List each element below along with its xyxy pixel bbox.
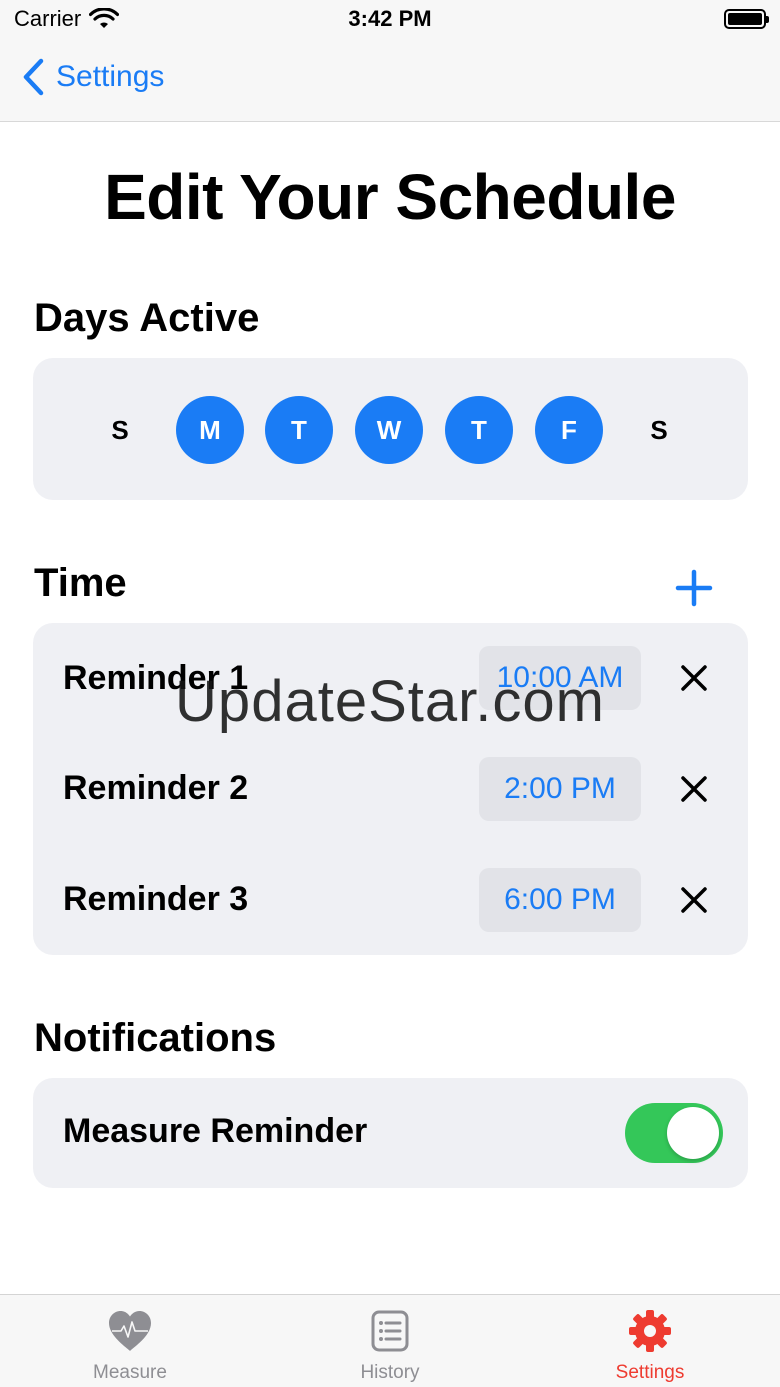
day-toggle-friday[interactable]: F xyxy=(535,396,603,464)
back-button[interactable]: Settings xyxy=(22,58,164,96)
measure-reminder-toggle[interactable] xyxy=(625,1103,723,1163)
notifications-heading: Notifications xyxy=(34,1016,277,1060)
toggle-knob xyxy=(667,1107,719,1159)
remove-reminder-button[interactable] xyxy=(675,770,713,808)
tab-measure[interactable]: Measure xyxy=(0,1295,260,1387)
navigation-bar: Settings xyxy=(0,40,780,122)
reminder-label: Reminder 2 xyxy=(63,769,249,807)
watermark: UpdateStar.com xyxy=(175,669,605,734)
time-heading: Time xyxy=(34,561,127,605)
day-toggle-wednesday[interactable]: W xyxy=(355,396,423,464)
days-active-heading: Days Active xyxy=(34,296,260,340)
plus-icon xyxy=(675,569,713,607)
reminder-time-picker[interactable]: 2:00 PM xyxy=(479,757,641,821)
notifications-card: Measure Reminder xyxy=(33,1078,748,1188)
tab-bar: Measure History Settings xyxy=(0,1294,780,1387)
days-row: S M T W T F S xyxy=(33,358,748,500)
tab-settings[interactable]: Settings xyxy=(520,1295,780,1387)
tab-history-label: History xyxy=(360,1362,420,1383)
reminder-time-picker[interactable]: 6:00 PM xyxy=(479,868,641,932)
close-icon xyxy=(681,776,707,802)
heart-pulse-icon xyxy=(109,1311,151,1351)
remove-reminder-button[interactable] xyxy=(675,881,713,919)
tab-measure-label: Measure xyxy=(93,1362,167,1383)
tab-settings-label: Settings xyxy=(615,1362,685,1383)
battery-icon xyxy=(724,9,769,29)
day-toggle-monday[interactable]: M xyxy=(176,396,244,464)
back-button-label: Settings xyxy=(56,60,165,93)
day-toggle-thursday[interactable]: T xyxy=(445,396,513,464)
chevron-left-icon xyxy=(23,58,44,96)
close-icon xyxy=(681,887,707,913)
status-time: 3:42 PM xyxy=(348,6,432,31)
add-reminder-button[interactable] xyxy=(672,566,716,610)
day-toggle-tuesday[interactable]: T xyxy=(265,396,333,464)
day-toggle-saturday[interactable]: S xyxy=(625,396,693,464)
gear-icon xyxy=(629,1310,671,1352)
day-toggle-sunday[interactable]: S xyxy=(86,396,154,464)
reminder-label: Reminder 3 xyxy=(63,880,249,918)
list-icon xyxy=(371,1310,409,1352)
measure-reminder-label: Measure Reminder xyxy=(63,1112,368,1150)
status-bar: Carrier 3:42 PM xyxy=(0,0,780,40)
days-card: S M T W T F S xyxy=(33,358,748,500)
page-title: Edit Your Schedule xyxy=(104,161,676,233)
tab-history[interactable]: History xyxy=(260,1295,520,1387)
